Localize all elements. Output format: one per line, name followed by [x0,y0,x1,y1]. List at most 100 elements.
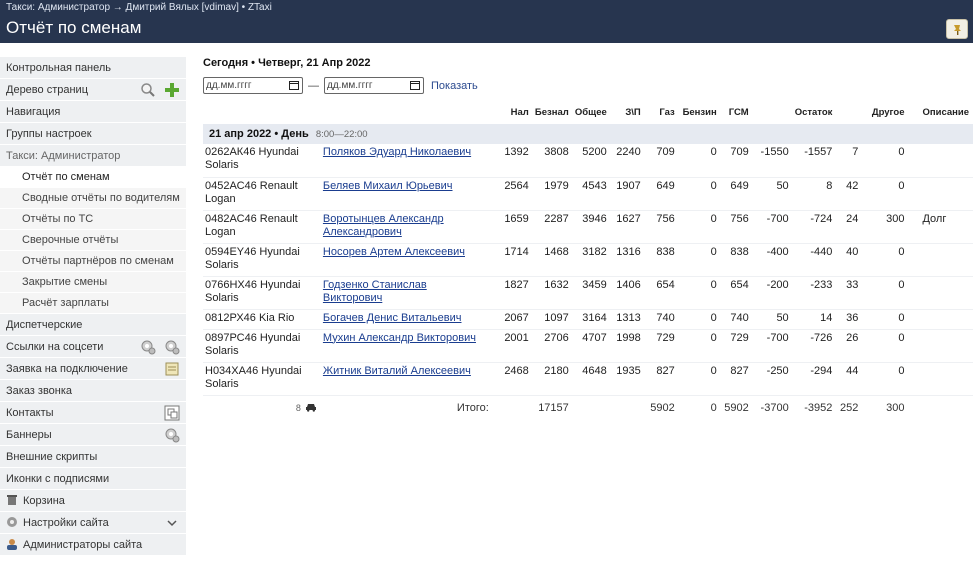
sidebar-item-label: Диспетчерские [6,319,83,331]
sidebar-item[interactable]: Внешние скрипты [0,446,186,468]
cell-gas: 756 [644,210,679,244]
sidebar-item-actions [164,427,180,443]
driver-link[interactable]: Богачев Денис Витальевич [323,312,462,324]
col-gsm: ГСМ [728,107,749,118]
sidebar-item[interactable]: Баннеры [0,424,186,446]
cell-rest2: -233 [792,276,837,310]
driver-link[interactable]: Носорев Артем Алексеевич [323,246,465,258]
sidebar-item[interactable]: Корзина [0,490,186,512]
driver-cell: Годзенко Станислав Викторович [320,276,493,310]
sidebar-item[interactable]: Заявка на подключение [0,358,186,380]
vehicle-cell: 0897РС46 Hyundai Solaris [203,329,321,363]
date-from-input[interactable]: дд.мм.гггг [203,77,303,94]
sidebar-item-actions [140,339,180,355]
date-from-placeholder: дд.мм.гггг [206,80,252,91]
sidebar-item[interactable]: Сверочные отчёты [0,230,186,251]
sidebar-item[interactable]: Администраторы сайта [0,534,186,556]
calendar-icon[interactable] [410,81,420,90]
cell-gas: 654 [644,276,679,310]
sidebar-item-label: Дерево страниц [6,84,88,96]
driver-link[interactable]: Поляков Эдуард Николаевич [323,146,471,158]
add-icon[interactable] [164,82,180,98]
cell-other: 0 [862,309,909,330]
sidebar-item[interactable]: Группы настроек [0,123,186,145]
sidebar-item[interactable]: Диспетчерские [0,314,186,336]
cell-gas: 838 [644,243,679,277]
cell-other: 0 [862,276,909,310]
sidebar-item[interactable]: Ссылки на соцсети [0,336,186,358]
cell-benzin: 0 [678,210,721,244]
sidebar-item[interactable]: Расчёт зарплаты [0,293,186,314]
sidebar-item[interactable]: Настройки сайта [0,512,186,534]
cell-rest1: -1550 [752,144,793,178]
date-range-dash: — [308,79,319,92]
vehicle-cell: 0482АС46 Renault Logan [203,210,321,244]
vehicle-cell: 0766НХ46 Hyundai Solaris [203,276,321,310]
cell-rest3: 33 [836,276,863,310]
cell-nal: 1392 [492,144,533,178]
date-to-input[interactable]: дд.мм.гггг [324,77,424,94]
driver-link[interactable]: Воротынцев Александр Александрович [323,213,444,238]
vehicle-cell: 0262АК46 Hyundai Solaris [203,144,321,178]
driver-link[interactable]: Беляев Михаил Юрьевич [323,180,453,192]
totals-gas: 5902 [650,401,675,414]
sidebar-item[interactable]: Иконки с подписями [0,468,186,490]
search-icon[interactable] [140,82,156,98]
sidebar-item[interactable]: Навигация [0,101,186,123]
cell-gas: 649 [644,177,679,211]
sidebar-item-label: Сверочные отчёты [22,234,119,246]
sidebar-item[interactable]: Закрытие смены [0,272,186,293]
show-button[interactable]: Показать [431,80,478,92]
sidebar-item[interactable]: Заказ звонка [0,380,186,402]
gear-icon[interactable] [140,339,156,355]
breadcrumb[interactable]: Такси: Администратор → Дмитрий Вялых [vd… [6,2,272,13]
cell-total: 3164 [572,309,611,330]
sidebar-item-label: Навигация [6,106,61,118]
driver-cell: Носорев Артем Алексеевич [320,243,493,277]
gear-icon[interactable] [164,339,180,355]
cell-description [908,362,973,396]
driver-link[interactable]: Годзенко Станислав Викторович [323,279,427,304]
sidebar-item-label: Контрольная панель [6,62,112,74]
cell-rest1: -200 [752,276,793,310]
sidebar-item-label: Контакты [6,407,54,419]
col-driver [321,104,493,124]
cell-total: 3946 [572,210,611,244]
date-to-placeholder: дд.мм.гггг [327,80,373,91]
cell-rest2: -440 [792,243,837,277]
sidebar-item[interactable]: Отчёт по сменам [0,167,186,188]
document-icon[interactable] [164,361,180,377]
sidebar-item[interactable]: Дерево страниц [0,79,186,101]
cell-beznal: 2180 [532,362,573,396]
driver-link[interactable]: Мухин Александр Викторович [323,332,476,344]
shift-report-table: Нал Безнал Общее З\П Газ Бензин ГСМ Оста… [203,104,973,416]
cell-gsm: 729 [720,329,753,363]
sidebar-item[interactable]: Контрольная панель [0,57,186,79]
cell-nal: 2001 [492,329,533,363]
gear-icon[interactable] [164,427,180,443]
table-header-row: Нал Безнал Общее З\П Газ Бензин ГСМ Оста… [203,104,973,124]
sidebar-item[interactable]: Контакты [0,402,186,424]
cell-rest3: 7 [836,144,863,178]
cell-total: 5200 [572,144,611,178]
pin-button[interactable] [946,19,968,39]
chevron-down-icon[interactable] [164,515,180,531]
sidebar-item[interactable]: Сводные отчёты по водителям [0,188,186,209]
totals-gsm: 5902 [724,401,749,414]
cell-zp: 1406 [610,276,645,310]
totals-rest1: -3700 [760,401,789,414]
sidebar-item[interactable]: Отчёты партнёров по сменам [0,251,186,272]
cell-rest3: 24 [836,210,863,244]
totals-zp [611,395,645,416]
cell-rest2: -294 [792,362,837,396]
calendar-icon[interactable] [289,81,299,90]
cell-zp: 1935 [610,362,645,396]
cell-description [908,309,973,330]
copy-icon[interactable] [164,405,180,421]
sidebar-item[interactable]: Отчёты по ТС [0,209,186,230]
sidebar-item[interactable]: Такси: Администратор [0,145,186,167]
car-icon [305,403,317,412]
day-cell: 21 апр 2022 • День 8:00—22:00 [203,124,973,144]
sidebar-item-label: Баннеры [6,429,52,441]
driver-link[interactable]: Житник Виталий Алексеевич [323,365,471,377]
